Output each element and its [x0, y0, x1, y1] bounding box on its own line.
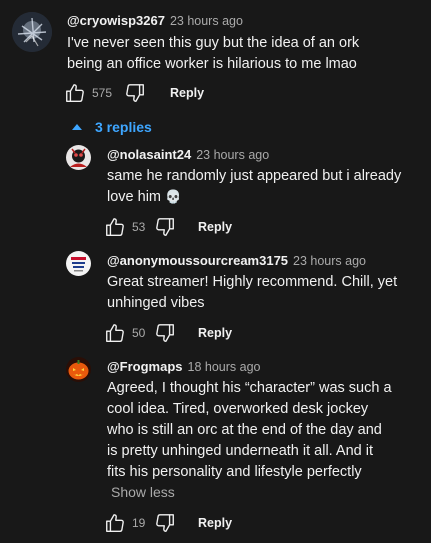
like-count: 50	[132, 326, 146, 340]
author-handle[interactable]: @cryowisp3267	[67, 13, 165, 28]
avatar-cryowisp[interactable]	[12, 12, 52, 52]
dislike-icon[interactable]	[154, 322, 176, 344]
dislike-icon[interactable]	[124, 82, 146, 104]
comment-actions: 575 Reply	[64, 82, 204, 104]
author-handle[interactable]: @nolasaint24	[107, 147, 191, 162]
like-icon[interactable]	[104, 322, 126, 344]
like-icon[interactable]	[104, 216, 126, 238]
timestamp[interactable]: 23 hours ago	[293, 254, 366, 268]
reply-text: Agreed, I thought his “character” was su…	[107, 380, 392, 480]
timestamp[interactable]: 23 hours ago	[196, 148, 269, 162]
avatar-frogmaps[interactable]	[66, 357, 91, 382]
reply-text-body: same he randomly just appeared but i alr…	[107, 168, 402, 205]
comment-text: I've never seen this guy but the idea of…	[67, 35, 360, 72]
reply-text: Great streamer! Highly recommend. Chill,…	[107, 274, 398, 311]
reply-actions: 53 Reply	[104, 216, 232, 238]
like-count: 575	[92, 86, 113, 100]
avatar-nolasaint[interactable]	[66, 145, 91, 170]
like-count: 19	[132, 516, 146, 530]
dislike-icon[interactable]	[154, 512, 176, 534]
author-handle[interactable]: @Frogmaps	[107, 359, 183, 374]
show-less-button[interactable]: Show less	[111, 484, 175, 500]
skull-emoji: 💀	[165, 190, 182, 205]
replies-toggle-button[interactable]: 3 replies	[72, 117, 152, 137]
reply-text: same he randomly just appeared but i alr…	[107, 166, 407, 208]
reply-meta: @Frogmaps 18 hours ago	[107, 358, 261, 376]
reply-meta: @anonymoussourcream3175 23 hours ago	[107, 252, 366, 270]
chevron-up-icon	[72, 124, 82, 130]
reply-actions: 19 Reply	[104, 512, 232, 534]
like-icon[interactable]	[104, 512, 126, 534]
reply-button[interactable]: Reply	[198, 220, 232, 234]
author-handle[interactable]: @anonymoussourcream3175	[107, 253, 288, 268]
reply-actions: 50 Reply	[104, 322, 232, 344]
reply-button[interactable]: Reply	[198, 516, 232, 530]
replies-toggle-label: 3 replies	[95, 119, 152, 135]
like-count: 53	[132, 220, 146, 234]
timestamp[interactable]: 18 hours ago	[188, 360, 261, 374]
dislike-icon[interactable]	[154, 216, 176, 238]
reply-button[interactable]: Reply	[198, 326, 232, 340]
avatar-anonymoussourcream[interactable]	[66, 251, 91, 276]
like-icon[interactable]	[64, 82, 86, 104]
reply-meta: @nolasaint24 23 hours ago	[107, 146, 269, 164]
reply-button[interactable]: Reply	[170, 86, 204, 100]
timestamp[interactable]: 23 hours ago	[170, 14, 243, 28]
comment-meta: @cryowisp3267 23 hours ago	[67, 12, 243, 30]
